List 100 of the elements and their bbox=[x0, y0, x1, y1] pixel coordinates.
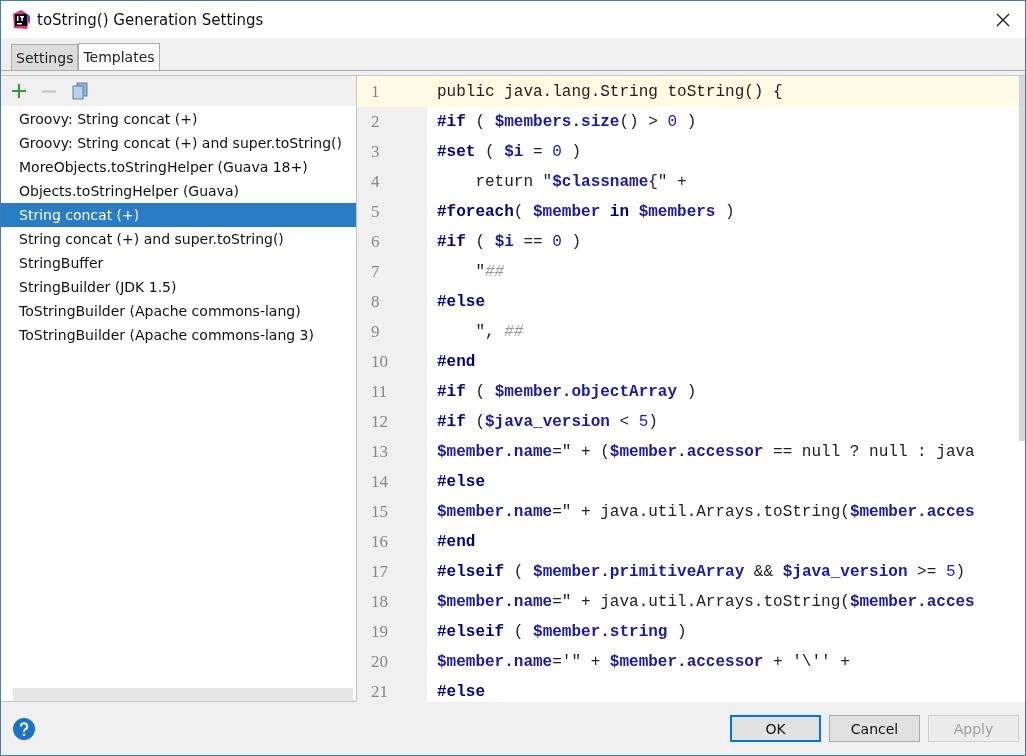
number-literal: 0 bbox=[552, 233, 562, 251]
minus-icon bbox=[41, 89, 57, 93]
template-variable: $member.name bbox=[437, 443, 553, 461]
copy-button[interactable] bbox=[69, 80, 91, 102]
line-number: 6 bbox=[357, 227, 427, 257]
code-text: () > bbox=[619, 113, 659, 131]
template-variable: $member.string bbox=[533, 623, 668, 641]
code-text: == null ? null : java bbox=[772, 443, 975, 461]
code-text: < bbox=[618, 413, 631, 431]
line-number: 16 bbox=[357, 527, 427, 557]
code-text: + '\'' + bbox=[772, 653, 850, 671]
template-variable: $members.size bbox=[494, 113, 620, 131]
template-item[interactable]: ToStringBuilder (Apache commons-lang) bbox=[1, 299, 356, 323]
template-variable: $member.name bbox=[437, 503, 553, 521]
template-item[interactable]: Groovy: String concat (+) and super.toString() bbox=[1, 131, 356, 155]
code-text: ( bbox=[474, 413, 485, 431]
line-number: 18 bbox=[357, 587, 427, 617]
template-variable: $member bbox=[533, 203, 601, 221]
line-number: 13 bbox=[357, 437, 427, 467]
line-number: 8 bbox=[357, 287, 427, 317]
template-item[interactable]: String concat (+) bbox=[1, 203, 356, 227]
app-logo-icon bbox=[11, 9, 31, 30]
template-variable: $members bbox=[638, 203, 716, 221]
directive-keyword: #else bbox=[437, 473, 485, 491]
template-item[interactable]: Groovy: String concat (+) bbox=[1, 107, 356, 131]
window-title: toString() Generation Settings bbox=[37, 10, 265, 29]
code-text: ( bbox=[474, 383, 486, 401]
line-number: 4 bbox=[357, 167, 427, 197]
template-variable: $classname bbox=[552, 173, 649, 191]
scrollbar-thumb[interactable] bbox=[1019, 76, 1025, 441]
line-number: 21 bbox=[357, 677, 427, 702]
line-number: 14 bbox=[357, 467, 427, 497]
add-button[interactable] bbox=[9, 81, 29, 101]
line-number: 9 bbox=[357, 317, 427, 347]
code-text: ) bbox=[570, 233, 582, 251]
tab[interactable]: Settings bbox=[11, 44, 79, 70]
template-item[interactable]: MoreObjects.toStringHelper (Guava 18+) bbox=[1, 155, 356, 179]
code-text: = bbox=[532, 143, 544, 161]
code-text: ( bbox=[474, 233, 486, 251]
code-text: ( bbox=[512, 623, 525, 641]
code-text: public java.lang.String toString() { bbox=[437, 83, 783, 101]
code-text: {" + bbox=[648, 173, 687, 191]
code-text: ) bbox=[648, 413, 658, 431]
comment-marker: ## bbox=[485, 263, 505, 281]
code-text: ='" + bbox=[552, 653, 602, 671]
line-number: 11 bbox=[357, 377, 427, 407]
template-item[interactable]: StringBuffer bbox=[1, 251, 356, 275]
code-text: ) bbox=[724, 203, 735, 221]
code-text: ) bbox=[570, 143, 582, 161]
code-text: =" + ( bbox=[552, 443, 610, 461]
directive-keyword: #if bbox=[437, 113, 466, 131]
code-text: ) bbox=[685, 383, 697, 401]
directive-keyword: #if bbox=[437, 233, 466, 251]
dialog-button[interactable]: Cancel bbox=[829, 715, 920, 742]
number-literal: 5 bbox=[638, 413, 649, 431]
template-variable: $java_version bbox=[485, 413, 610, 431]
code-text: ( bbox=[512, 563, 525, 581]
line-number: 19 bbox=[357, 617, 427, 647]
code-text: ) bbox=[685, 113, 697, 131]
directive-keyword: #if bbox=[437, 413, 466, 431]
template-variable: $member.acces bbox=[849, 503, 975, 521]
directive-keyword: #if bbox=[437, 383, 466, 401]
directive-keyword: #set bbox=[437, 143, 476, 161]
template-variable: $member.primitiveArray bbox=[533, 563, 745, 581]
code-text: == bbox=[522, 233, 544, 251]
template-variable: $member.name bbox=[437, 593, 553, 611]
help-icon[interactable] bbox=[13, 717, 35, 740]
line-number: 15 bbox=[357, 497, 427, 527]
code-text: >= bbox=[916, 563, 938, 581]
template-variable: $i bbox=[494, 233, 514, 251]
template-variable: $member.accessor bbox=[609, 443, 764, 461]
dialog-button[interactable]: OK bbox=[730, 715, 821, 742]
comment-marker: ## bbox=[504, 323, 524, 341]
code-text: =" + java.util.Arrays.toString( bbox=[552, 503, 850, 521]
directive-keyword: #end bbox=[437, 533, 476, 551]
directive-keyword: #elseif bbox=[437, 563, 505, 581]
template-item[interactable]: Objects.toStringHelper (Guava) bbox=[1, 179, 356, 203]
directive-keyword: #foreach bbox=[437, 203, 514, 221]
code-text: && bbox=[752, 563, 775, 581]
template-item[interactable]: String concat (+) and super.toString() bbox=[1, 227, 356, 251]
code-text: return " bbox=[474, 173, 553, 191]
line-number: 7 bbox=[357, 257, 427, 287]
line-number: 17 bbox=[357, 557, 427, 587]
tab[interactable]: Templates bbox=[78, 43, 160, 70]
template-item[interactable]: ToStringBuilder (Apache commons-lang 3) bbox=[1, 323, 356, 347]
line-number: 3 bbox=[357, 137, 427, 167]
code-text: ) bbox=[676, 623, 687, 641]
scrollbar-thumb[interactable] bbox=[13, 688, 353, 701]
code-text: ( bbox=[513, 203, 525, 221]
template-variable: $i bbox=[504, 143, 524, 161]
template-item[interactable]: StringBuilder (JDK 1.5) bbox=[1, 275, 356, 299]
template-variable: $java_version bbox=[782, 563, 908, 581]
line-number: 12 bbox=[357, 407, 427, 437]
number-literal: 5 bbox=[945, 563, 956, 581]
directive-keyword: #else bbox=[437, 683, 485, 701]
directive-keyword: #end bbox=[437, 353, 476, 371]
template-variable: $member.accessor bbox=[609, 653, 764, 671]
code-text: =" + java.util.Arrays.toString( bbox=[552, 593, 850, 611]
line-number: 2 bbox=[357, 107, 427, 137]
directive-keyword: in bbox=[608, 203, 631, 221]
